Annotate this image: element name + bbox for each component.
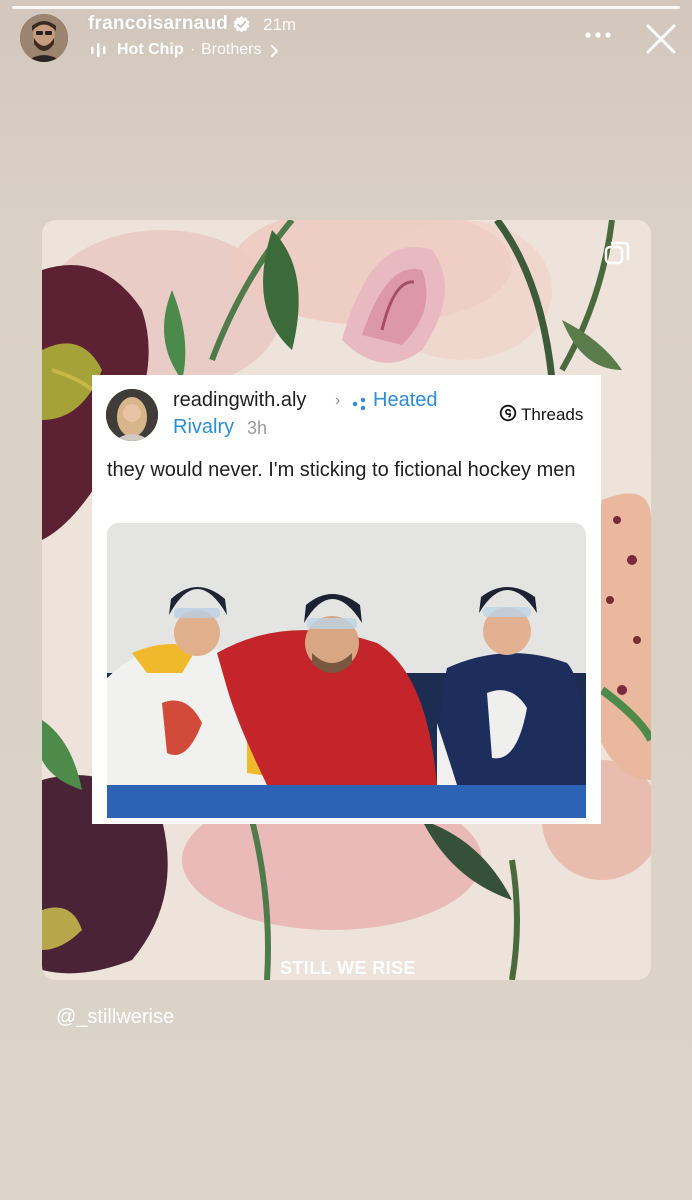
story-progress-bar <box>12 6 680 9</box>
music-title[interactable]: Brothers <box>201 41 261 59</box>
story-time: 21m <box>263 15 297 34</box>
post-arrow: › <box>335 392 341 409</box>
threads-source-label: Threads <box>521 405 584 424</box>
topic-tag-icon <box>352 397 366 411</box>
post-time: 3h <box>247 418 268 438</box>
more-options-icon[interactable] <box>583 20 613 50</box>
chevron-right-icon[interactable] <box>270 44 280 58</box>
repost-icon[interactable] <box>603 240 631 268</box>
close-icon[interactable] <box>645 23 677 55</box>
threads-logo-icon <box>499 404 517 422</box>
topic-tag-line1[interactable]: Heated <box>373 389 438 412</box>
story-username[interactable]: francoisarnaud <box>88 13 228 35</box>
user-avatar[interactable] <box>20 14 68 62</box>
card-watermark: STILL WE RISE <box>280 958 416 978</box>
topic-tag-line2[interactable]: Rivalry <box>173 416 234 439</box>
music-separator: · <box>190 41 196 58</box>
post-photo[interactable] <box>107 523 586 818</box>
music-artist[interactable]: Hot Chip <box>117 41 184 59</box>
verified-badge-icon <box>233 16 250 33</box>
post-author-username[interactable]: readingwith.aly <box>173 389 306 412</box>
post-text: they would never. I'm sticking to fictio… <box>107 459 576 481</box>
mention-sticker[interactable]: @_stillwerise <box>56 1006 174 1029</box>
post-author-avatar[interactable] <box>106 389 158 441</box>
threads-post[interactable]: readingwith.aly › Heated Rivalry 3h Thre… <box>92 375 601 824</box>
music-equalizer-icon <box>91 43 106 57</box>
